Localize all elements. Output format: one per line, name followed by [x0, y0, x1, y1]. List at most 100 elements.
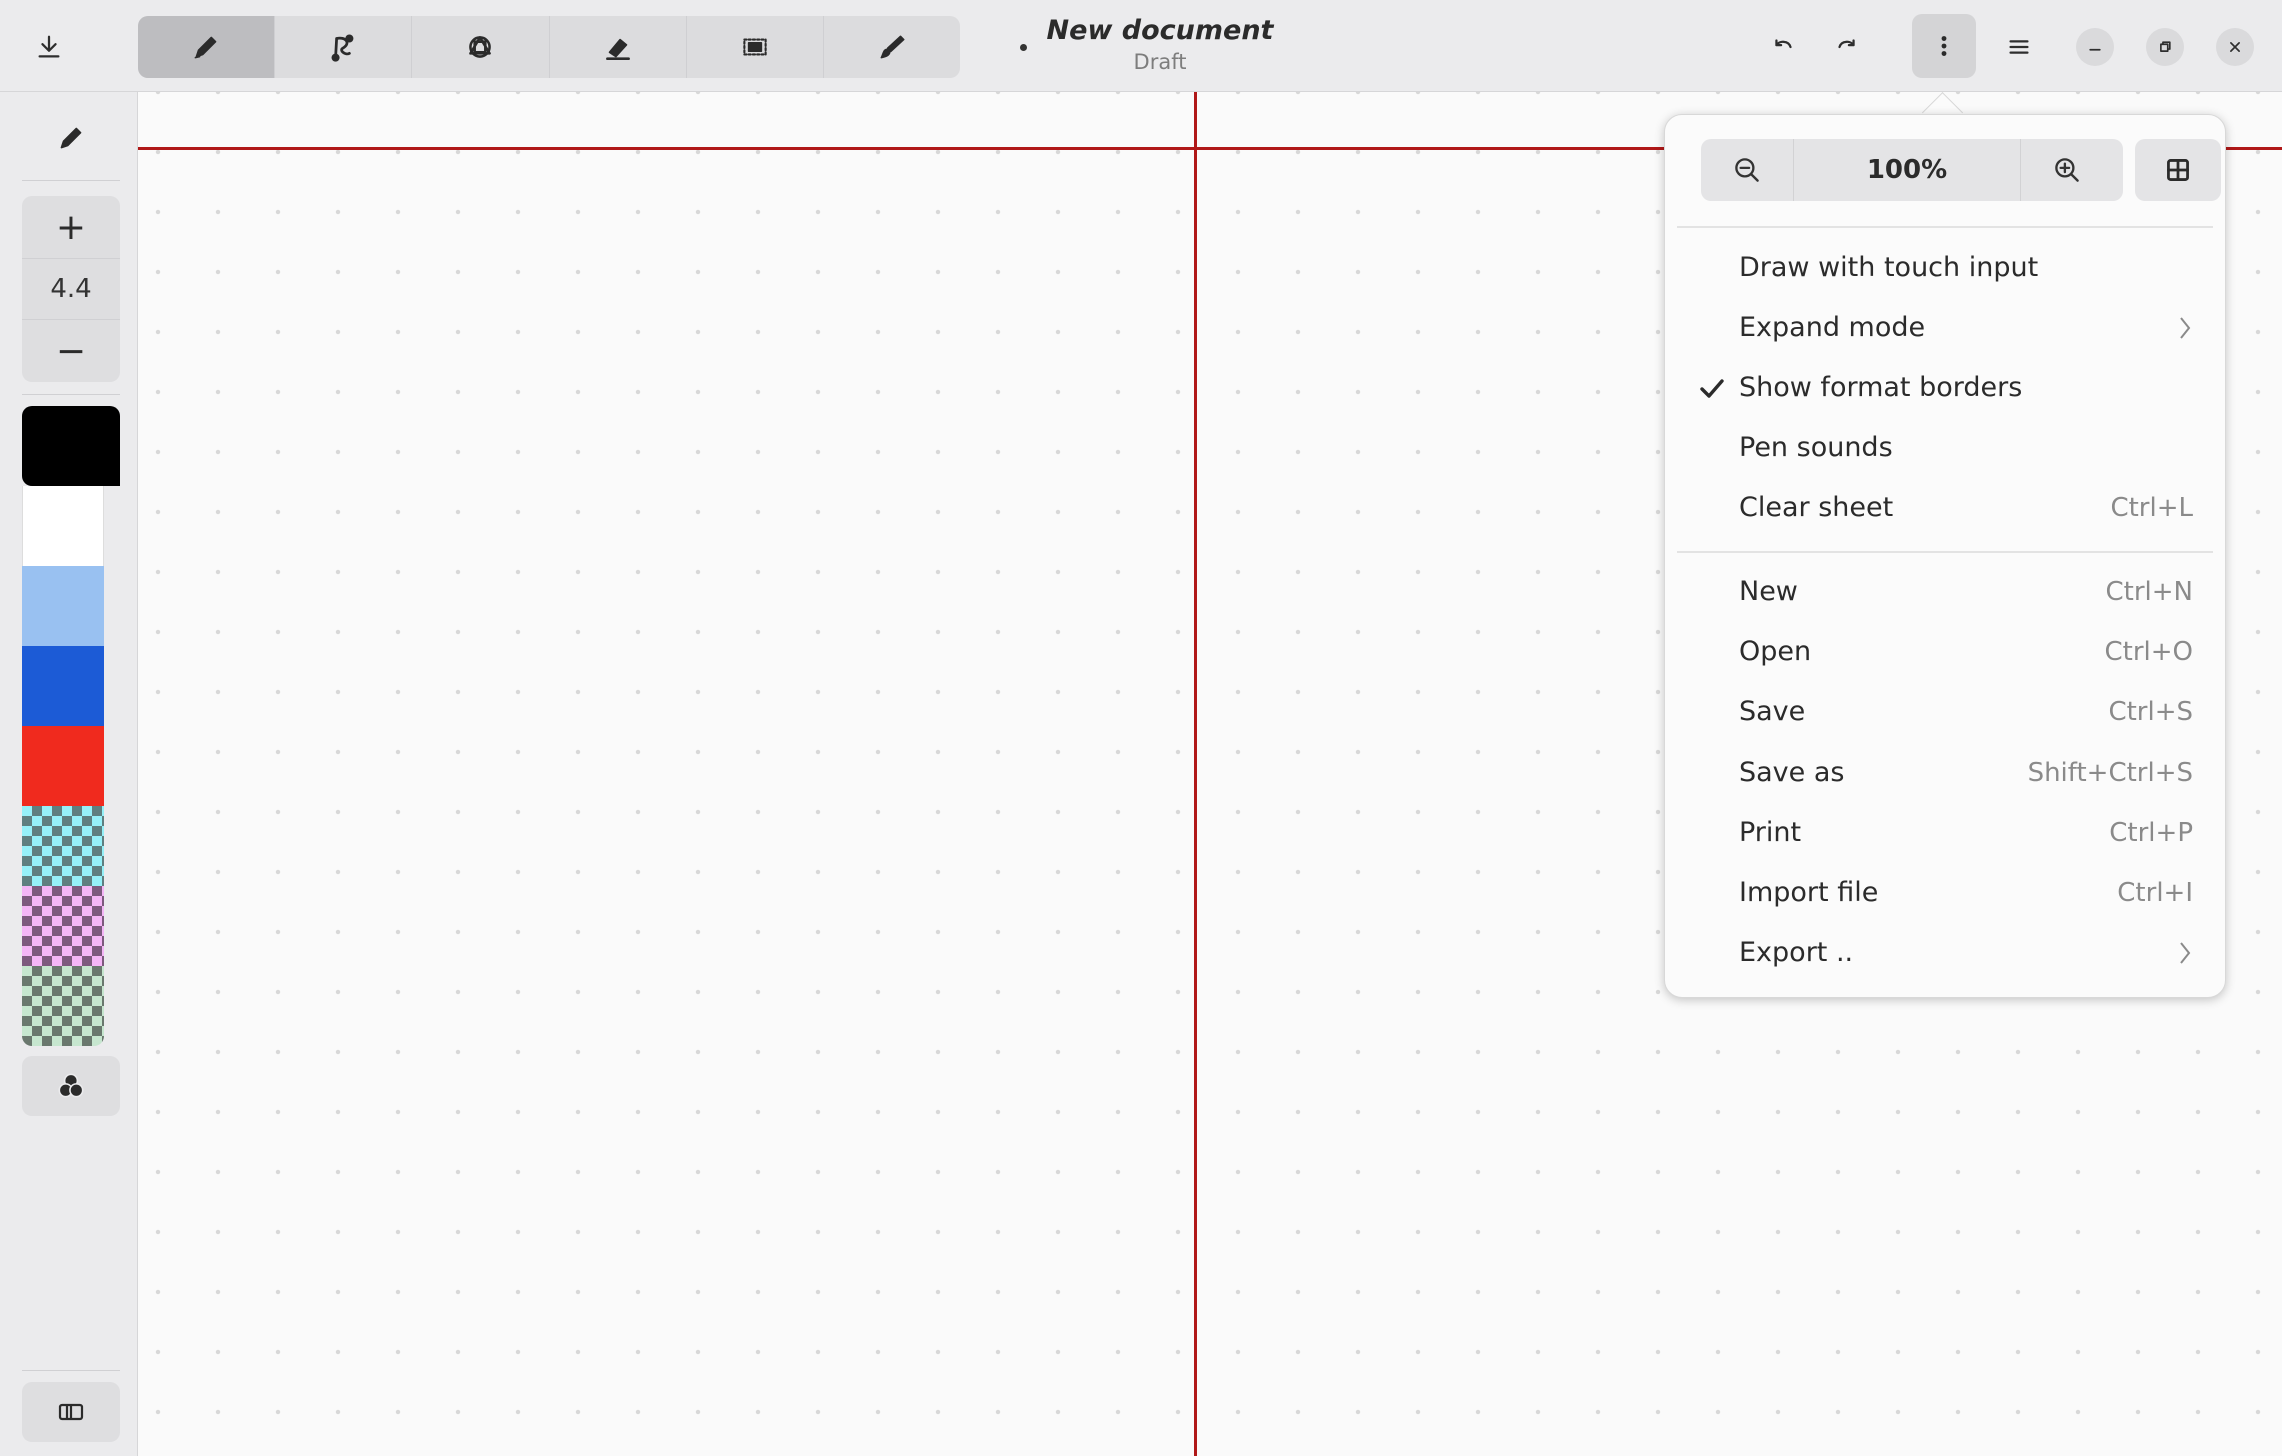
selector-icon: [743, 38, 767, 56]
shapes-icon: [469, 36, 492, 58]
checkmark-icon: [1697, 374, 1727, 404]
sidebar-toggle-button[interactable]: [22, 1382, 120, 1442]
tool-typewriter[interactable]: [412, 16, 550, 78]
menu-item-shortcut: Ctrl+P: [2109, 818, 2193, 848]
stroke-width-spinner: + 4.4 −: [22, 196, 120, 382]
menu-item-shortcut: Ctrl+I: [2117, 878, 2193, 908]
sidebar-divider: [22, 1370, 120, 1371]
menu-item-label: Save: [1739, 696, 1806, 727]
menu-item-label: Save as: [1739, 757, 1845, 788]
color-swatch-black[interactable]: [22, 406, 120, 486]
zoom-reset-button[interactable]: 100%: [1793, 139, 2021, 201]
color-swatch-blue[interactable]: [22, 646, 104, 726]
pen-sidebar: + 4.4 −: [0, 92, 138, 1456]
menu-item-shortcut: Ctrl+N: [2105, 577, 2194, 607]
vertical-dots-icon: [1941, 36, 1947, 56]
header-bar: New document Draft: [0, 0, 2282, 92]
format-border-vertical: [1194, 92, 1197, 1456]
redo-icon: [1838, 39, 1855, 49]
menu-item-label: Print: [1739, 817, 1802, 848]
document-title: New document: [1046, 15, 1274, 46]
color-palette-icon: [58, 1073, 84, 1098]
menu-item-new[interactable]: New Ctrl+N: [1665, 563, 2225, 621]
menu-item-clear-sheet[interactable]: Clear sheet Ctrl+L: [1665, 479, 2225, 537]
document-subtitle: Draft: [1133, 50, 1187, 74]
chevron-right-icon: [2175, 939, 2195, 967]
save-download-button[interactable]: [18, 16, 80, 78]
color-swatch-translucent-green[interactable]: [22, 966, 104, 1046]
sidebar-divider: [22, 180, 120, 181]
menu-item-shortcut: Ctrl+S: [2108, 697, 2193, 727]
hamburger-icon: [2009, 40, 2029, 54]
chevron-right-icon: [2175, 314, 2195, 342]
canvas-menu-button[interactable]: [1912, 14, 1976, 78]
menu-item-label: Pen sounds: [1739, 432, 1893, 463]
color-swatch-light-blue[interactable]: [22, 566, 104, 646]
menu-item-label: Open: [1739, 636, 1812, 667]
download-icon: [38, 35, 60, 58]
sidebar-divider: [22, 394, 120, 395]
menu-item-print[interactable]: Print Ctrl+P: [1665, 804, 2225, 862]
menu-item-export[interactable]: Export ..: [1665, 924, 2225, 982]
window-title: New document Draft: [1010, 14, 1310, 78]
menu-item-draw-touch[interactable]: Draw with touch input: [1665, 239, 2225, 297]
zoom-in-button[interactable]: [2021, 139, 2113, 201]
brush-icon: [880, 35, 905, 59]
zoom-controls: 100%: [1701, 139, 2123, 201]
maximize-button[interactable]: [2146, 28, 2184, 66]
menu-item-pen-sounds[interactable]: Pen sounds: [1665, 419, 2225, 477]
menu-separator: [1677, 226, 2213, 228]
stroke-width-value[interactable]: 4.4: [22, 258, 120, 320]
color-picker-button[interactable]: [22, 1056, 120, 1116]
color-swatch-red[interactable]: [22, 726, 104, 806]
increase-width-button[interactable]: +: [22, 196, 120, 258]
app-window: New document Draft + 4.4 − 100% Draw wit…: [0, 0, 2282, 1456]
close-icon: [2230, 42, 2240, 52]
zoom-out-icon: [1735, 158, 1759, 182]
zoom-in-icon: [2055, 158, 2079, 182]
minimize-button[interactable]: [2076, 28, 2114, 66]
page-settings-button[interactable]: [2135, 139, 2221, 201]
tool-pen[interactable]: [138, 16, 276, 78]
pencil-icon: [60, 127, 82, 149]
eraser-icon: [605, 38, 630, 60]
sidebar-layout-icon: [58, 1403, 84, 1421]
color-swatch-white[interactable]: [22, 486, 104, 566]
menu-separator: [1677, 551, 2213, 553]
menu-item-open[interactable]: Open Ctrl+O: [1665, 623, 2225, 681]
menu-item-label: Export ..: [1739, 937, 1854, 968]
color-swatch-translucent-cyan[interactable]: [22, 806, 104, 886]
tool-selector: [138, 16, 960, 78]
canvas-menu-popover: 100% Draw with touch input Expand mode S…: [1664, 114, 2226, 998]
menu-item-shortcut: Shift+Ctrl+S: [2027, 758, 2193, 788]
tool-shaper[interactable]: [275, 16, 413, 78]
menu-item-label: Draw with touch input: [1739, 252, 2039, 283]
menu-item-shortcut: Ctrl+O: [2104, 637, 2193, 667]
menu-item-show-format-borders[interactable]: Show format borders: [1665, 359, 2225, 417]
main-menu-button[interactable]: [1988, 16, 2050, 78]
decrease-width-button[interactable]: −: [22, 320, 120, 382]
shaper-icon: [331, 34, 354, 62]
tool-eraser[interactable]: [550, 16, 687, 78]
color-swatch-translucent-pink[interactable]: [22, 886, 104, 966]
redo-button[interactable]: [1816, 16, 1878, 78]
zoom-out-button[interactable]: [1701, 139, 1793, 201]
menu-item-label: New: [1739, 576, 1798, 607]
pen-style-button[interactable]: [22, 108, 120, 168]
menu-item-label: Clear sheet: [1739, 492, 1894, 523]
pencil-icon: [194, 36, 217, 59]
menu-item-save-as[interactable]: Save as Shift+Ctrl+S: [1665, 744, 2225, 802]
undo-icon: [1775, 39, 1792, 49]
menu-item-expand-mode[interactable]: Expand mode: [1665, 299, 2225, 357]
tool-selector[interactable]: [687, 16, 824, 78]
undo-button[interactable]: [1752, 16, 1814, 78]
menu-item-label: Expand mode: [1739, 312, 1926, 343]
tool-tools[interactable]: [824, 16, 960, 78]
close-button[interactable]: [2216, 28, 2254, 66]
menu-item-save[interactable]: Save Ctrl+S: [1665, 683, 2225, 741]
menu-item-shortcut: Ctrl+L: [2110, 493, 2193, 523]
menu-item-import-file[interactable]: Import file Ctrl+I: [1665, 864, 2225, 922]
minimize-icon: [2089, 48, 2101, 51]
grid-icon: [2167, 159, 2189, 181]
menu-item-label: Show format borders: [1739, 372, 2023, 403]
